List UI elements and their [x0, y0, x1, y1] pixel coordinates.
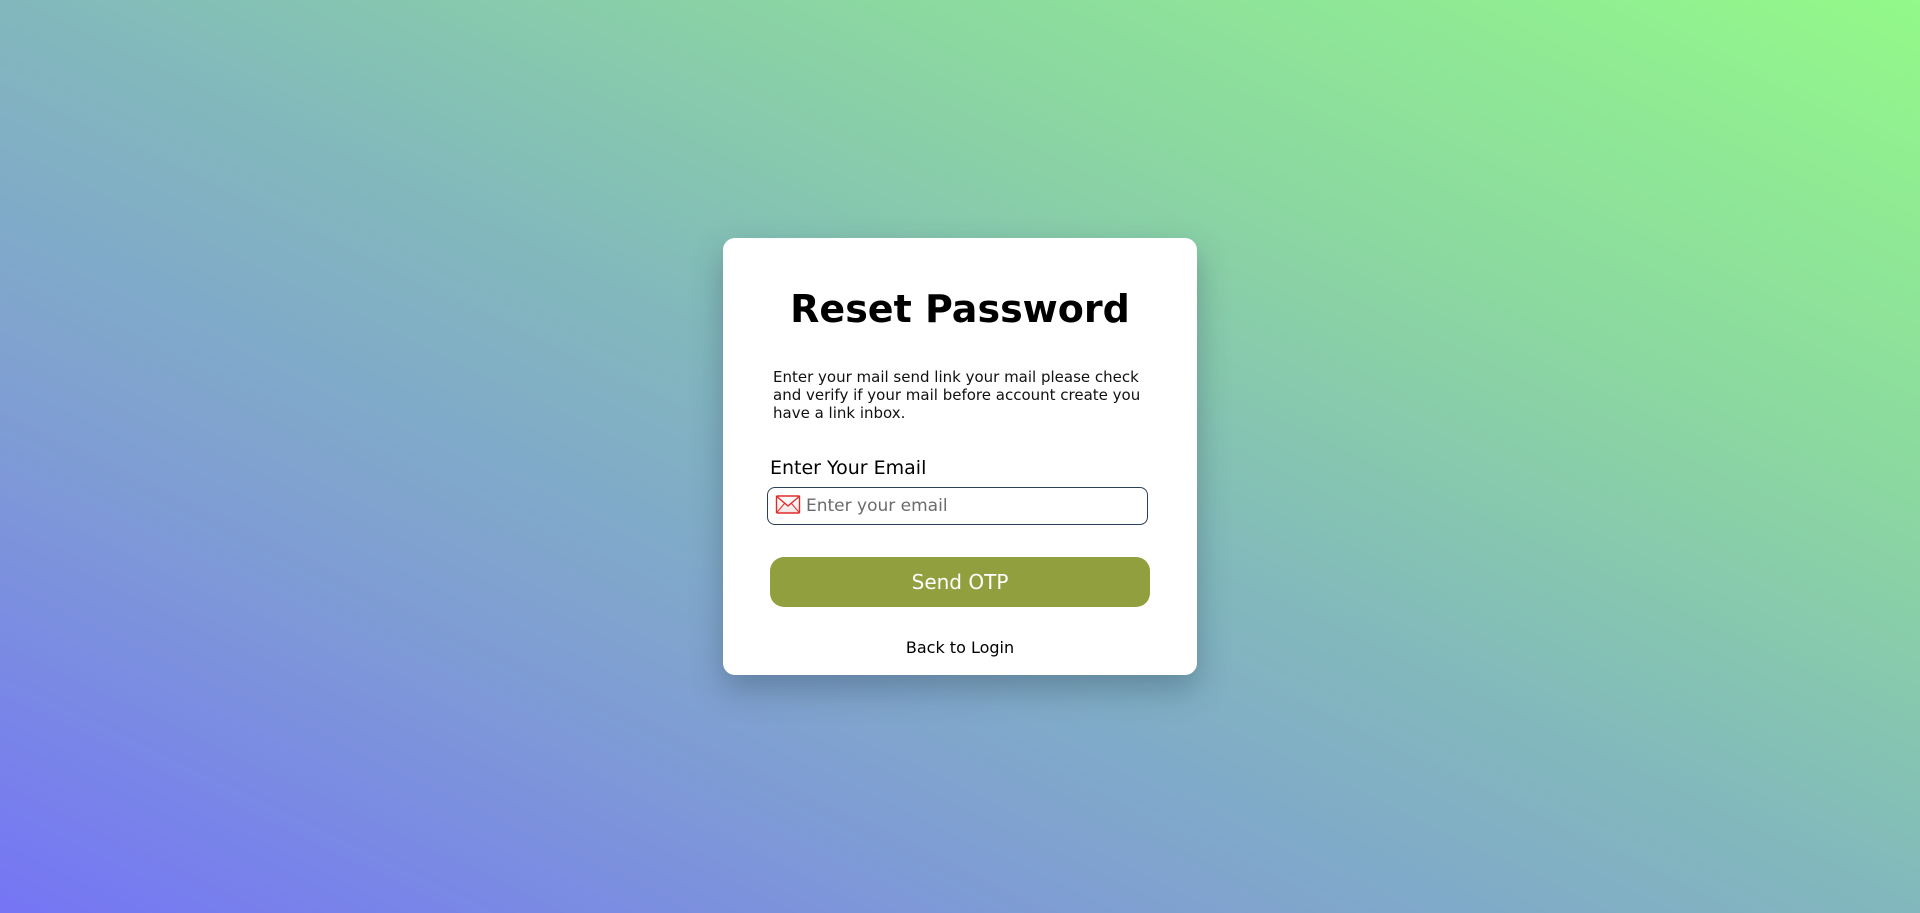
email-field-container[interactable]: [767, 487, 1148, 525]
reset-password-card: Reset Password Enter your mail send link…: [723, 238, 1197, 675]
envelope-icon: [775, 494, 801, 516]
back-to-login-link[interactable]: Back to Login: [723, 638, 1197, 658]
instructions-text: Enter your mail send link your mail plea…: [773, 368, 1141, 422]
send-otp-button[interactable]: Send OTP: [770, 557, 1150, 607]
page-title: Reset Password: [790, 287, 1130, 331]
email-input[interactable]: [806, 488, 1141, 523]
email-label: Enter Your Email: [770, 457, 927, 479]
